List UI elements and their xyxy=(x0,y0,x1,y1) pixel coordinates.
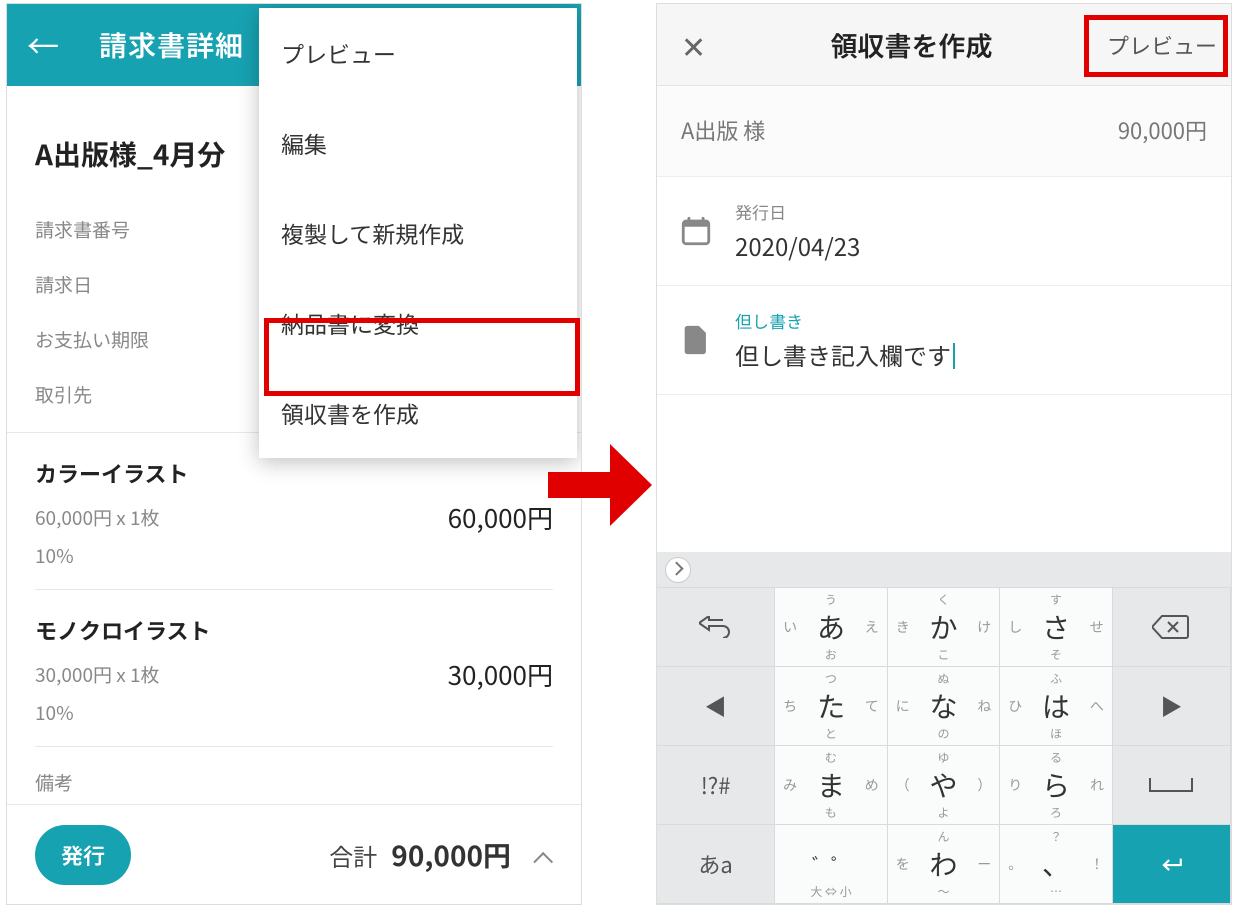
keyboard-key[interactable]: んをわー〜 xyxy=(888,825,1001,904)
line-item-sub: 30,000円 x 1枚 xyxy=(35,661,160,688)
keyboard-key[interactable]: るりられろ xyxy=(1000,746,1113,825)
line-item[interactable]: モノクロイラスト 30,000円 x 1枚 30,000円 10% xyxy=(35,590,553,747)
keyboard-key[interactable]: ゆ（や）よ xyxy=(888,746,1001,825)
issue-date-row[interactable]: 発行日 2020/04/23 xyxy=(657,177,1231,286)
key-bksp-icon[interactable] xyxy=(1113,588,1231,667)
key-enter-icon[interactable] xyxy=(1113,825,1231,904)
invoice-detail-screen: ← 請求書詳細 A出版様_4月分 請求書番号 請求日 お支払い期限 取引先 カラ… xyxy=(6,3,582,905)
footer-bar: 発行 合計 90,000円 xyxy=(7,804,581,904)
line-item-name: カラーイラスト xyxy=(35,457,553,489)
line-item-tax: 10% xyxy=(35,542,553,569)
menu-create-receipt[interactable]: 領収書を作成 xyxy=(259,368,577,458)
key-left-icon[interactable]: ◀ xyxy=(657,667,775,746)
header-title: 領収書を作成 xyxy=(716,25,1107,64)
note-input[interactable]: 但し書き記入欄です xyxy=(735,337,1209,372)
note-row[interactable]: 但し書き 但し書き記入欄です xyxy=(657,286,1231,395)
keyboard-key[interactable]: すしさせそ xyxy=(1000,588,1113,667)
menu-duplicate[interactable]: 複製して新規作成 xyxy=(259,188,577,278)
arrow-icon xyxy=(540,430,660,540)
chevron-up-icon[interactable] xyxy=(533,851,553,871)
total-value: 90,000円 xyxy=(391,835,511,875)
keyboard-key[interactable]: ふひはへほ xyxy=(1000,667,1113,746)
keyboard-collapse-bar[interactable] xyxy=(657,552,1231,588)
keyboard-key[interactable]: つちたてと xyxy=(775,667,888,746)
key-right-icon[interactable]: ▶ xyxy=(1113,667,1231,746)
keyboard-key[interactable]: ういあえお xyxy=(775,588,888,667)
create-receipt-screen: ✕ 領収書を作成 プレビュー A出版 様 90,000円 発行日 2020/04… xyxy=(656,3,1232,905)
header-title: 請求書詳細 xyxy=(99,25,244,65)
summary-amount: 90,000円 xyxy=(1118,114,1207,146)
line-item-sub: 60,000円 x 1枚 xyxy=(35,504,160,531)
calendar-icon xyxy=(679,214,713,248)
issue-date-label: 発行日 xyxy=(735,199,1209,224)
keyboard-key[interactable]: ぬになねの xyxy=(888,667,1001,746)
keyboard-key[interactable]: くきかけこ xyxy=(888,588,1001,667)
chevron-right-icon[interactable] xyxy=(665,557,691,583)
text-cursor xyxy=(953,343,955,369)
line-item-tax: 10% xyxy=(35,699,553,726)
keyboard-key[interactable]: あa xyxy=(657,825,775,904)
total-label: 合計 xyxy=(329,838,377,873)
note-label: 但し書き xyxy=(735,308,1209,333)
overflow-menu: プレビュー 編集 複製して新規作成 納品書に変換 領収書を作成 xyxy=(259,8,577,458)
line-item-amount: 30,000円 xyxy=(448,656,553,693)
soft-keyboard: ういあえおくきかけこすしさせそ ◀つちたてとぬになねのふひはへほ▶ !?#むみまめも… xyxy=(657,552,1231,904)
menu-convert[interactable]: 納品書に変換 xyxy=(259,278,577,368)
document-icon xyxy=(679,323,713,357)
key-undo-icon[interactable] xyxy=(657,588,775,667)
keyboard-key[interactable]: !?# xyxy=(657,746,775,825)
menu-edit[interactable]: 編集 xyxy=(259,98,577,188)
keyboard-key[interactable]: むみまめも xyxy=(775,746,888,825)
keyboard-key[interactable]: ？。、！… xyxy=(1000,825,1113,904)
header-bar: ✕ 領収書を作成 プレビュー xyxy=(657,4,1231,86)
summary-client: A出版 様 xyxy=(681,114,765,146)
back-icon[interactable]: ← xyxy=(27,22,59,68)
preview-button[interactable]: プレビュー xyxy=(1107,29,1217,61)
close-icon[interactable]: ✕ xyxy=(671,23,716,67)
keyboard-key[interactable]: ゛゜大 ⇔ 小 xyxy=(775,825,888,904)
issue-date-value: 2020/04/23 xyxy=(735,228,1209,263)
line-item-name: モノクロイラスト xyxy=(35,614,553,646)
menu-preview[interactable]: プレビュー xyxy=(259,8,577,98)
issue-button[interactable]: 発行 xyxy=(35,825,131,885)
summary-row: A出版 様 90,000円 xyxy=(657,86,1231,177)
key-space-icon[interactable] xyxy=(1113,746,1231,825)
line-item-amount: 60,000円 xyxy=(448,499,553,536)
